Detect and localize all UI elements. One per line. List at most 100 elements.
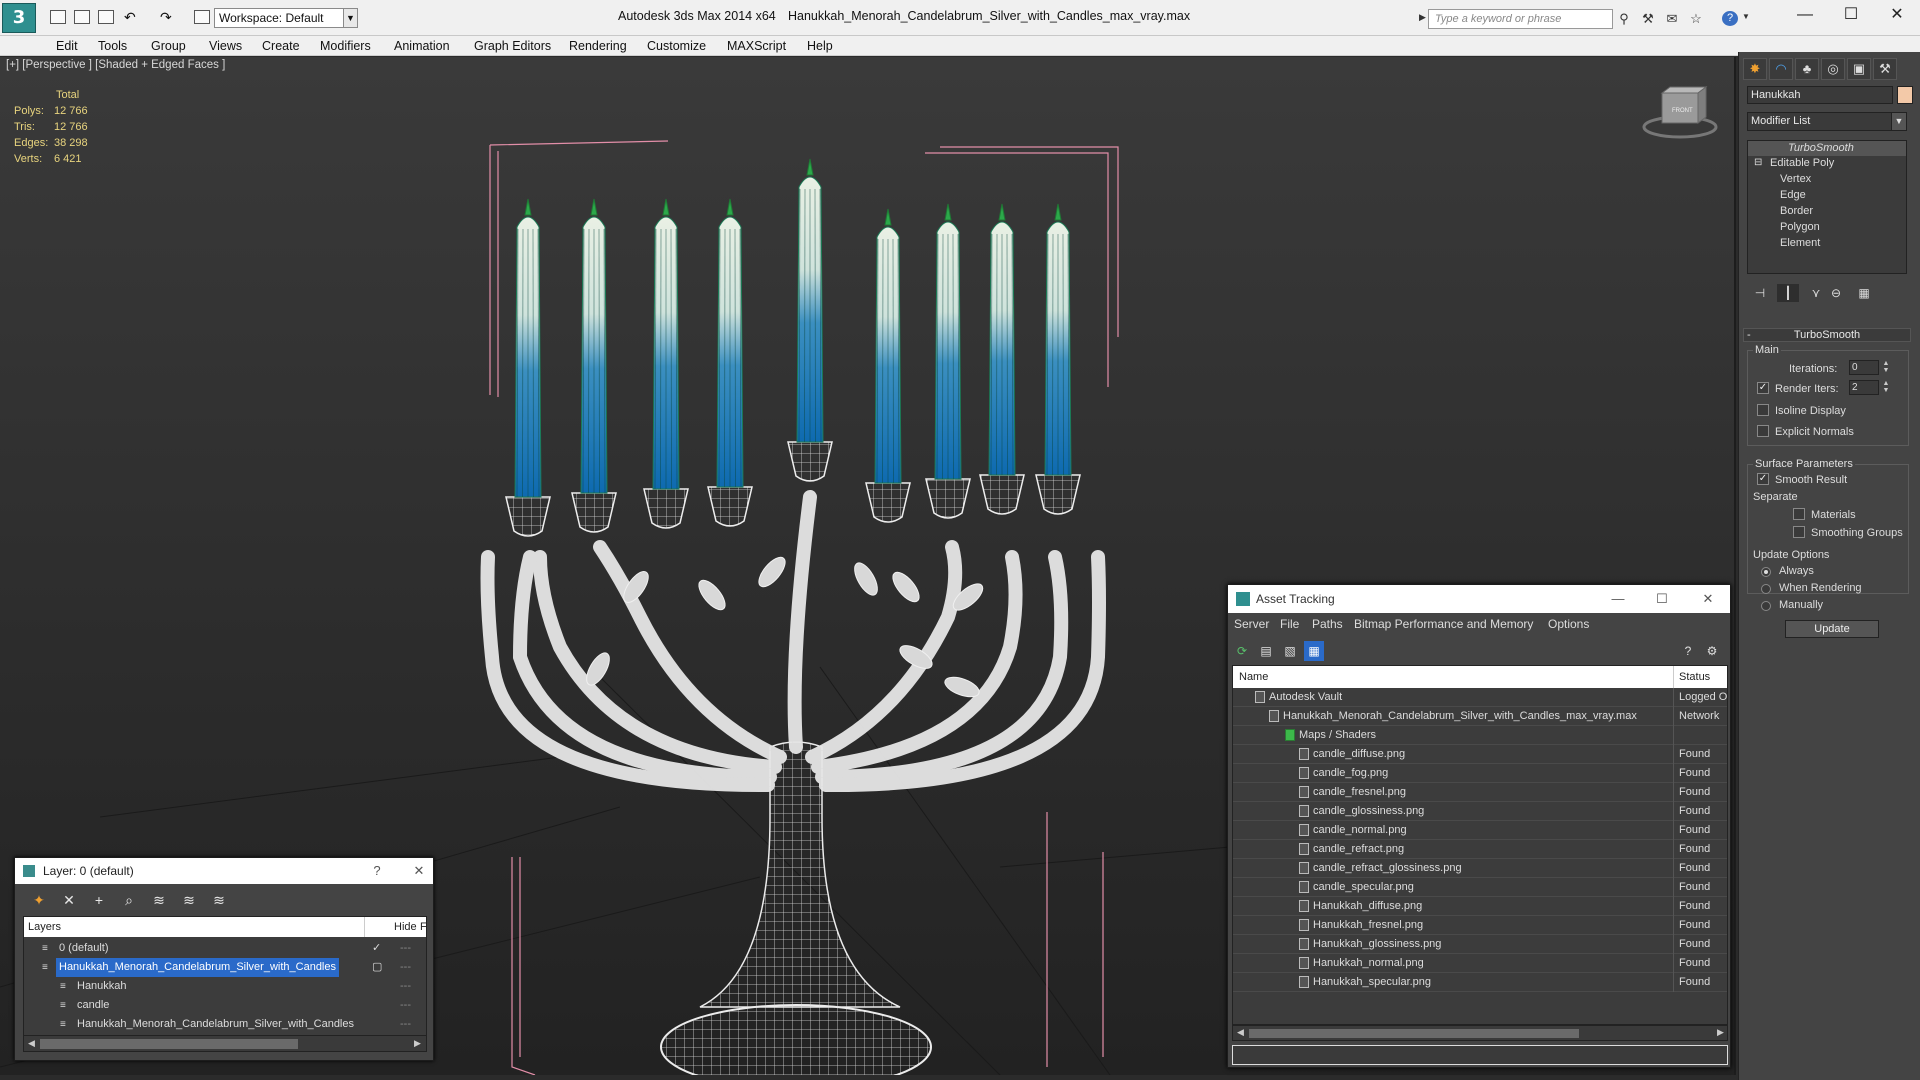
iterations-spinner-arrows-icon[interactable]: ▲ ▼ — [1881, 360, 1891, 375]
col-hide-header[interactable]: Hide — [394, 921, 417, 933]
configure-modifier-sets-icon[interactable]: ▦ — [1853, 284, 1875, 302]
refresh-icon[interactable]: ⟳ — [1232, 641, 1252, 661]
asset-row[interactable]: Autodesk Vault Logged O — [1233, 688, 1727, 707]
asset-hscroll[interactable]: ◀ ▶ — [1232, 1025, 1728, 1041]
layer-current-toggle[interactable]: ▢ — [372, 958, 382, 977]
binoculars-icon[interactable]: ⚲ — [1616, 11, 1632, 26]
new-file-icon[interactable] — [50, 10, 66, 24]
create-layer-icon[interactable]: ✦ — [29, 890, 49, 910]
turbosmooth-rollout-header[interactable]: - TurboSmooth — [1743, 328, 1911, 342]
create-tab-icon[interactable]: ✸ — [1743, 58, 1767, 80]
tree-view-icon[interactable]: ▧ — [1280, 641, 1300, 661]
scroll-right-icon[interactable]: ▶ — [414, 1038, 421, 1049]
update-always-radio[interactable] — [1761, 567, 1771, 577]
asset-row[interactable]: candle_refract.png Found — [1233, 840, 1727, 859]
favorites-star-icon[interactable]: ☆ — [1688, 11, 1704, 26]
asset-row[interactable]: Hanukkah_fresnel.png Found — [1233, 916, 1727, 935]
display-tab-icon[interactable]: ▣ — [1847, 58, 1871, 80]
select-objects-icon[interactable]: ⌕ — [119, 890, 139, 910]
redo-icon[interactable]: ↷ — [160, 10, 176, 24]
asset-maximize-icon[interactable]: ☐ — [1652, 590, 1672, 608]
hierarchy-tab-icon[interactable]: ♣ — [1795, 58, 1819, 80]
layer-scroll-thumb[interactable] — [40, 1039, 298, 1049]
undo-icon[interactable]: ↶ — [124, 10, 140, 24]
asset-row[interactable]: candle_glossiness.png Found — [1233, 802, 1727, 821]
stack-item-polygon[interactable]: Polygon — [1748, 220, 1906, 235]
layer-hide-toggle[interactable]: --- — [400, 1015, 411, 1034]
table-view-icon[interactable]: ▦ — [1304, 641, 1324, 661]
col-status-header[interactable]: Status — [1679, 666, 1710, 688]
modifier-list-arrow-icon[interactable]: ▼ — [1891, 112, 1907, 131]
asset-path-field[interactable] — [1232, 1045, 1728, 1065]
menu-create[interactable]: Create — [262, 39, 300, 53]
menu-views[interactable]: Views — [209, 39, 242, 53]
asset-menu-file[interactable]: File — [1280, 617, 1299, 631]
scroll-left-icon[interactable]: ◀ — [28, 1038, 35, 1049]
layer-hide-toggle[interactable]: --- — [400, 977, 411, 996]
viewport-label[interactable]: [+] [Perspective ] [Shaded + Edged Faces… — [6, 59, 225, 71]
utilities-tab-icon[interactable]: ⚒ — [1873, 58, 1897, 80]
asset-help-icon[interactable]: ? — [1678, 641, 1698, 661]
search-input[interactable]: Type a keyword or phrase — [1428, 9, 1613, 29]
asset-row[interactable]: candle_fog.png Found — [1233, 764, 1727, 783]
render-iters-checkbox[interactable]: ✓ — [1757, 382, 1769, 394]
layer-hide-toggle[interactable]: --- — [400, 939, 411, 958]
asset-row[interactable]: candle_fresnel.png Found — [1233, 783, 1727, 802]
col-extra-header[interactable]: F — [420, 921, 427, 933]
render-iters-spinner-arrows-icon[interactable]: ▲ ▼ — [1881, 380, 1891, 395]
maximize-icon[interactable]: ☐ — [1828, 0, 1874, 30]
asset-row[interactable]: Hanukkah_specular.png Found — [1233, 973, 1727, 992]
list-view-icon[interactable]: ▤ — [1256, 641, 1276, 661]
menu-graph-editors[interactable]: Graph Editors — [474, 39, 551, 53]
stack-item-element[interactable]: Element — [1748, 236, 1906, 251]
asset-row[interactable]: candle_normal.png Found — [1233, 821, 1727, 840]
asset-row[interactable]: Hanukkah_glossiness.png Found — [1233, 935, 1727, 954]
asset-context-help-icon[interactable]: ⚙ — [1702, 641, 1722, 661]
highlight-layer-icon[interactable]: ≋ — [149, 890, 169, 910]
col-name-header[interactable]: Name — [1239, 666, 1268, 688]
freeze-all-layers-icon[interactable]: ≋ — [209, 890, 229, 910]
stack-item-editable-poly[interactable]: Editable Poly — [1748, 156, 1906, 171]
menu-group[interactable]: Group — [151, 39, 186, 53]
layer-help-icon[interactable]: ? — [367, 862, 387, 880]
asset-scroll-right-icon[interactable]: ▶ — [1717, 1027, 1724, 1038]
stack-item-border[interactable]: Border — [1748, 204, 1906, 219]
layer-row[interactable]: ≡ Hanukkah --- — [24, 977, 426, 996]
communication-center-icon[interactable]: ✉ — [1664, 11, 1680, 26]
rollout-collapse-icon[interactable]: - — [1747, 329, 1751, 341]
menu-tools[interactable]: Tools — [98, 39, 127, 53]
update-button[interactable]: Update — [1785, 620, 1879, 638]
menu-edit[interactable]: Edit — [56, 39, 78, 53]
hide-all-layers-icon[interactable]: ≋ — [179, 890, 199, 910]
menu-help[interactable]: Help — [807, 39, 833, 53]
iterations-spinner[interactable]: 0 — [1849, 360, 1879, 375]
layer-name[interactable]: Hanukkah — [74, 977, 130, 996]
stack-item-turbosmooth[interactable]: TurboSmooth — [1748, 141, 1906, 156]
menu-rendering[interactable]: Rendering — [569, 39, 627, 53]
delete-layer-icon[interactable]: ✕ — [59, 890, 79, 910]
smoothing-groups-checkbox[interactable] — [1793, 526, 1805, 538]
render-iters-spinner[interactable]: 2 — [1849, 380, 1879, 395]
asset-menu-server[interactable]: Server — [1234, 617, 1269, 631]
layer-name[interactable]: 0 (default) — [56, 939, 112, 958]
layer-name[interactable]: Hanukkah_Menorah_Candelabrum_Silver_with… — [74, 1015, 357, 1034]
save-file-icon[interactable] — [98, 10, 114, 24]
smooth-result-checkbox[interactable]: ✓ — [1757, 473, 1769, 485]
layer-row[interactable]: ≡ Hanukkah_Menorah_Candelabrum_Silver_wit… — [24, 1015, 426, 1034]
asset-scroll-thumb[interactable] — [1249, 1029, 1579, 1038]
asset-row[interactable]: Hanukkah_Menorah_Candelabrum_Silver_with… — [1233, 707, 1727, 726]
layer-hide-toggle[interactable]: --- — [400, 996, 411, 1015]
menu-customize[interactable]: Customize — [647, 39, 706, 53]
stack-item-edge[interactable]: Edge — [1748, 188, 1906, 203]
workspace-dropdown-arrow-icon[interactable]: ▼ — [344, 8, 358, 28]
isoline-display-checkbox[interactable] — [1757, 404, 1769, 416]
layer-row[interactable]: ≡ 0 (default) ✓ --- — [24, 939, 426, 958]
asset-row[interactable]: candle_refract_glossiness.png Found — [1233, 859, 1727, 878]
asset-menu-options[interactable]: Options — [1548, 617, 1589, 631]
layer-row[interactable]: ≡ Hanukkah_Menorah_Candelabrum_Silver_wit… — [24, 958, 426, 977]
object-color-swatch[interactable] — [1897, 86, 1913, 104]
menu-maxscript[interactable]: MAXScript — [727, 39, 786, 53]
layer-name[interactable]: candle — [74, 996, 112, 1015]
modifier-list-dropdown[interactable]: Modifier List — [1747, 112, 1907, 131]
object-name-field[interactable]: Hanukkah — [1747, 86, 1893, 104]
